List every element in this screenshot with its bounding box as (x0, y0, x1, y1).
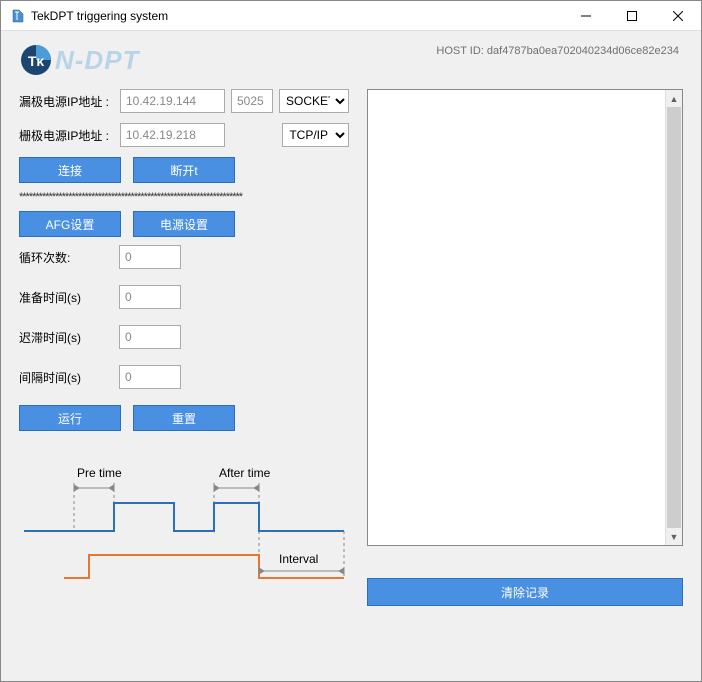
app-icon (9, 8, 25, 24)
hysteresis-time-label: 迟滞时间(s) (19, 329, 119, 346)
prep-time-input[interactable] (119, 285, 181, 309)
drain-ip-label: 漏极电源IP地址 : (19, 93, 114, 110)
gate-proto-select[interactable]: TCP/IP (282, 123, 349, 147)
interval-time-label: 间隔时间(s) (19, 369, 119, 386)
logo-text: N-DPT (55, 45, 139, 76)
logo-icon: Tᴋ (19, 43, 53, 77)
close-icon (673, 11, 683, 21)
minimize-button[interactable] (563, 1, 609, 30)
prep-time-label: 准备时间(s) (19, 289, 119, 306)
log-output[interactable]: ▲ ▼ (367, 89, 683, 546)
connect-button[interactable]: 连接 (19, 157, 121, 183)
gate-ip-label: 栅极电源IP地址 : (19, 127, 114, 144)
hysteresis-time-input[interactable] (119, 325, 181, 349)
disconnect-button[interactable]: 断开t (133, 157, 235, 183)
divider: ****************************************… (19, 191, 349, 203)
minimize-icon (581, 11, 591, 21)
scroll-thumb[interactable] (667, 107, 681, 528)
window-title: TekDPT triggering system (31, 9, 563, 23)
pre-time-label: Pre time (77, 466, 122, 480)
drain-ip-input[interactable] (120, 89, 225, 113)
interval-label: Interval (279, 552, 318, 566)
interval-time-input[interactable] (119, 365, 181, 389)
timing-diagram: Pre time After time Interval (19, 463, 349, 603)
maximize-button[interactable] (609, 1, 655, 30)
run-button[interactable]: 运行 (19, 405, 121, 431)
power-settings-button[interactable]: 电源设置 (133, 211, 235, 237)
drain-proto-select[interactable]: SOCKET (279, 89, 349, 113)
host-id-label: HOST ID: daf4787ba0ea702040234d06ce82e23… (436, 45, 679, 57)
reset-button[interactable]: 重置 (133, 405, 235, 431)
log-scrollbar[interactable]: ▲ ▼ (665, 90, 682, 545)
afg-settings-button[interactable]: AFG设置 (19, 211, 121, 237)
svg-text:Tᴋ: Tᴋ (28, 53, 45, 69)
drain-port-input[interactable] (231, 89, 273, 113)
close-button[interactable] (655, 1, 701, 30)
loop-count-label: 循环次数: (19, 249, 119, 266)
scroll-down-arrow-icon[interactable]: ▼ (666, 528, 682, 545)
maximize-icon (627, 11, 637, 21)
gate-ip-input[interactable] (120, 123, 225, 147)
scroll-up-arrow-icon[interactable]: ▲ (666, 90, 682, 107)
window-titlebar: TekDPT triggering system (1, 1, 701, 31)
loop-count-input[interactable] (119, 245, 181, 269)
clear-log-button[interactable]: 清除记录 (367, 578, 683, 606)
after-time-label: After time (219, 466, 271, 480)
